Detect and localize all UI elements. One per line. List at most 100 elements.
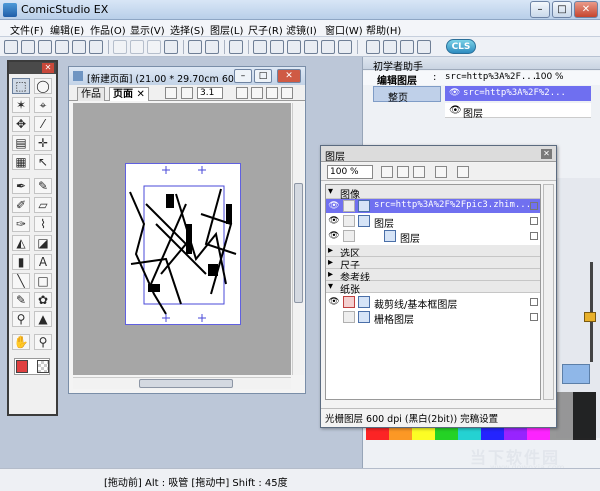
text-layer-icon[interactable]: ▤ bbox=[12, 135, 30, 151]
new-folder-icon[interactable] bbox=[397, 166, 409, 178]
menu-filter[interactable]: 滤镜(I) bbox=[286, 22, 317, 37]
lock-icon[interactable] bbox=[343, 296, 355, 308]
page-prev-icon[interactable] bbox=[236, 87, 248, 99]
collapse-icon[interactable]: ▾ bbox=[328, 186, 333, 197]
eye-icon[interactable]: 👁 bbox=[449, 88, 460, 98]
airbrush-icon[interactable]: ⌇ bbox=[34, 216, 52, 232]
menu-view[interactable]: 显示(V) bbox=[130, 22, 165, 37]
magic-wand-icon[interactable]: ✶ bbox=[12, 97, 30, 113]
save-icon[interactable] bbox=[55, 40, 69, 54]
layer-group-paper[interactable]: ▾ 纸张 bbox=[326, 281, 540, 296]
rect-select-icon[interactable]: ⬚ bbox=[12, 78, 30, 94]
print-icon[interactable] bbox=[229, 40, 243, 54]
layer-view-icon[interactable] bbox=[304, 40, 318, 54]
close-doc-icon[interactable] bbox=[89, 40, 103, 54]
rotate-right-icon[interactable] bbox=[266, 87, 278, 99]
vertical-scrollbar[interactable] bbox=[292, 103, 304, 375]
assistant-layer-row[interactable]: 👁 图层 bbox=[445, 103, 591, 120]
hand-move-icon[interactable]: ✛ bbox=[34, 135, 52, 151]
menu-window[interactable]: 窗口(W) bbox=[325, 22, 363, 37]
edit-mark-icon[interactable] bbox=[343, 200, 355, 212]
page-nav-icon[interactable] bbox=[165, 87, 177, 99]
horizontal-scroll-thumb[interactable] bbox=[139, 379, 233, 388]
layout-icon[interactable] bbox=[253, 40, 267, 54]
doc-close-button[interactable]: ✕ bbox=[277, 69, 301, 83]
line-icon[interactable]: ╲ bbox=[12, 273, 30, 289]
horizontal-scrollbar[interactable] bbox=[73, 377, 291, 389]
guide-icon[interactable] bbox=[338, 40, 352, 54]
eye-icon[interactable]: 👁 bbox=[328, 296, 340, 308]
menu-select[interactable]: 选择(S) bbox=[170, 22, 204, 37]
page-number-input[interactable]: 3.1 bbox=[197, 87, 223, 99]
layer-list-scrollbar[interactable] bbox=[543, 184, 554, 400]
eye-icon[interactable]: 👁 bbox=[328, 215, 340, 227]
transparent-color-swatch[interactable] bbox=[37, 360, 49, 373]
expand-icon[interactable]: ▸ bbox=[328, 245, 333, 256]
minimize-button[interactable]: – bbox=[530, 1, 550, 18]
eraser-icon[interactable]: ▱ bbox=[34, 197, 52, 213]
menu-file[interactable]: 文件(F) bbox=[10, 22, 44, 37]
assistant-zoom[interactable]: 100 % bbox=[535, 72, 564, 82]
layer-group-image[interactable]: ▾ 图像 bbox=[326, 185, 540, 201]
maximize-button[interactable]: □ bbox=[552, 1, 572, 18]
stamp-icon[interactable]: ⚲ bbox=[12, 311, 30, 327]
zoom-icon[interactable]: ⚲ bbox=[34, 334, 52, 350]
save-as-icon[interactable] bbox=[72, 40, 86, 54]
eye-icon[interactable] bbox=[328, 311, 340, 323]
pen-icon[interactable]: ✒ bbox=[12, 178, 30, 194]
assistant-layer-row[interactable]: 👁 src=http%3A%2F%2... bbox=[445, 86, 591, 101]
layer-row[interactable]: 👁 src=http%3A%2F%2Fpic3.zhim... bbox=[326, 199, 540, 213]
layer-row[interactable]: 👁 图层 bbox=[326, 229, 540, 245]
display-icon[interactable] bbox=[321, 40, 335, 54]
collapse-icon[interactable]: ▾ bbox=[328, 281, 333, 292]
layer-row[interactable]: 👁 图层 bbox=[326, 214, 540, 230]
page-item[interactable]: 整页 bbox=[373, 86, 441, 104]
brush-icon[interactable]: ✑ bbox=[12, 216, 30, 232]
gradient-icon[interactable]: ▮ bbox=[12, 254, 30, 270]
lock-icon[interactable] bbox=[343, 215, 355, 227]
delete-layer-icon[interactable] bbox=[413, 166, 425, 178]
manga-page[interactable] bbox=[125, 163, 241, 325]
eye-icon[interactable]: 👁 bbox=[328, 200, 340, 212]
play-icon[interactable] bbox=[417, 40, 431, 54]
hand-icon[interactable]: ✋ bbox=[12, 334, 30, 350]
redo-icon[interactable] bbox=[205, 40, 219, 54]
layer-row[interactable]: 👁 裁剪线/基本框图层 bbox=[326, 295, 540, 311]
fill-icon[interactable]: ◭ bbox=[12, 235, 30, 251]
tone-icon[interactable]: ✿ bbox=[34, 292, 52, 308]
move-icon[interactable]: ↖ bbox=[34, 154, 52, 170]
object-select-icon[interactable]: ✥ bbox=[12, 116, 30, 132]
new-page-icon[interactable] bbox=[21, 40, 35, 54]
ruler-icon[interactable] bbox=[287, 40, 301, 54]
new-icon[interactable] bbox=[4, 40, 18, 54]
tab-work[interactable]: 作品 bbox=[77, 87, 105, 101]
tab-page[interactable]: 页面 ✕ bbox=[109, 87, 149, 101]
lock-icon[interactable] bbox=[343, 311, 355, 323]
close-icon[interactable]: ✕ bbox=[541, 149, 552, 159]
seal-icon[interactable]: ▲ bbox=[34, 311, 52, 327]
copy-icon[interactable] bbox=[130, 40, 144, 54]
eyedropper-icon[interactable]: ⁄ bbox=[34, 116, 52, 132]
vertical-scroll-thumb[interactable] bbox=[294, 183, 303, 303]
lock-icon[interactable] bbox=[343, 230, 355, 242]
close-icon[interactable]: ✕ bbox=[42, 63, 54, 73]
eye-icon[interactable]: 👁 bbox=[328, 230, 340, 242]
new-layer-icon[interactable] bbox=[381, 166, 393, 178]
layer-properties-icon[interactable] bbox=[457, 166, 469, 178]
undo-icon[interactable] bbox=[188, 40, 202, 54]
menu-work[interactable]: 作品(O) bbox=[90, 22, 126, 37]
layer-row[interactable]: 栅格图层 bbox=[326, 310, 540, 326]
shape-icon[interactable]: □ bbox=[34, 273, 52, 289]
drawing-canvas[interactable] bbox=[73, 103, 291, 375]
page-icon[interactable] bbox=[400, 40, 414, 54]
doc-maximize-button[interactable]: □ bbox=[254, 69, 272, 83]
select-pen-icon[interactable]: ⌖ bbox=[34, 97, 52, 113]
page-list-icon[interactable] bbox=[181, 87, 193, 99]
lasso-icon[interactable]: ◯ bbox=[34, 78, 52, 94]
layer-group-ruler[interactable]: ▸ 尺子 bbox=[326, 257, 540, 272]
delete-icon[interactable] bbox=[164, 40, 178, 54]
tab-close-icon[interactable]: ✕ bbox=[136, 89, 144, 100]
opacity-input[interactable]: 100 % bbox=[327, 165, 373, 179]
text-icon[interactable]: A bbox=[34, 254, 52, 270]
expand-icon[interactable]: ▸ bbox=[328, 269, 333, 280]
